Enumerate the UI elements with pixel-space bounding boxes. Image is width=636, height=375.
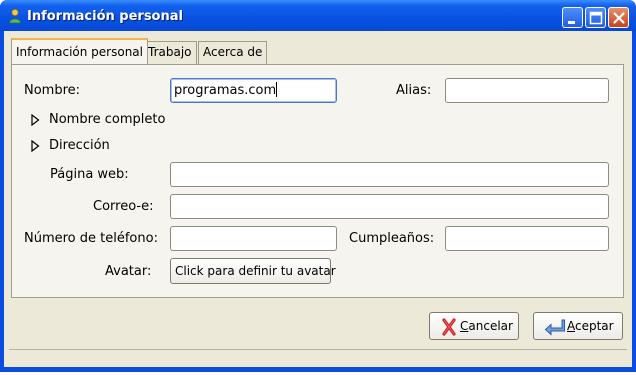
accept-button-label: Aceptar bbox=[567, 319, 614, 333]
cancel-button-label: Cancelar bbox=[460, 319, 513, 333]
user-icon bbox=[9, 8, 21, 24]
cumpleanos-field[interactable] bbox=[445, 226, 609, 251]
nombre-completo-expander[interactable]: Nombre completo bbox=[31, 112, 191, 130]
close-button[interactable] bbox=[608, 7, 629, 28]
direccion-expander[interactable]: Dirección bbox=[31, 138, 151, 156]
maximize-button[interactable] bbox=[585, 7, 606, 28]
red-x-icon bbox=[442, 318, 456, 336]
expander-arrow-icon bbox=[31, 140, 40, 152]
maximize-icon bbox=[589, 11, 603, 25]
pagina-web-label: Página web: bbox=[50, 167, 129, 182]
minimize-icon bbox=[568, 21, 575, 24]
bottom-divider bbox=[9, 349, 627, 350]
telefono-field[interactable] bbox=[170, 226, 337, 251]
nombre-field[interactable]: programas.com bbox=[170, 78, 337, 103]
dialog-body: Información personal Trabajo Acerca de N… bbox=[4, 31, 632, 367]
avatar-button[interactable]: Click para definir tu avatar bbox=[170, 258, 336, 284]
nombre-completo-label: Nombre completo bbox=[49, 112, 166, 127]
accept-mnemonic: A bbox=[567, 319, 575, 333]
tab-acerca-de[interactable]: Acerca de bbox=[198, 41, 268, 64]
minimize-button[interactable] bbox=[562, 7, 583, 28]
text-caret bbox=[276, 82, 278, 97]
expander-arrow-icon bbox=[31, 114, 40, 126]
direccion-label: Dirección bbox=[49, 138, 110, 153]
window: Información personal Información persona… bbox=[0, 0, 636, 372]
nombre-value: programas.com bbox=[174, 83, 277, 98]
alias-label: Alias: bbox=[396, 83, 432, 98]
nombre-label: Nombre: bbox=[24, 83, 81, 98]
telefono-label: Número de teléfono: bbox=[24, 231, 158, 246]
title-bar[interactable]: Información personal bbox=[0, 0, 636, 31]
tab-panel: Nombre: programas.com Alias: Nombre comp… bbox=[11, 64, 624, 298]
accept-button[interactable]: Aceptar bbox=[533, 312, 623, 340]
pagina-web-field[interactable] bbox=[170, 162, 609, 187]
accept-label-rest: ceptar bbox=[575, 319, 614, 333]
avatar-label: Avatar: bbox=[105, 264, 152, 279]
tab-informacion-personal[interactable]: Información personal bbox=[11, 38, 148, 64]
close-icon bbox=[613, 12, 625, 24]
cancel-button[interactable]: Cancelar bbox=[429, 312, 519, 340]
tab-trabajo[interactable]: Trabajo bbox=[143, 41, 197, 64]
window-title: Información personal bbox=[27, 9, 183, 24]
cumpleanos-label: Cumpleaños: bbox=[349, 231, 435, 246]
cancel-label-rest: ancelar bbox=[468, 319, 513, 333]
enter-arrow-icon bbox=[544, 319, 565, 336]
alias-field[interactable] bbox=[445, 78, 609, 103]
correo-field[interactable] bbox=[170, 194, 609, 219]
correo-label: Correo-e: bbox=[93, 199, 154, 214]
avatar-button-label: Click para definir tu avatar bbox=[175, 264, 336, 278]
